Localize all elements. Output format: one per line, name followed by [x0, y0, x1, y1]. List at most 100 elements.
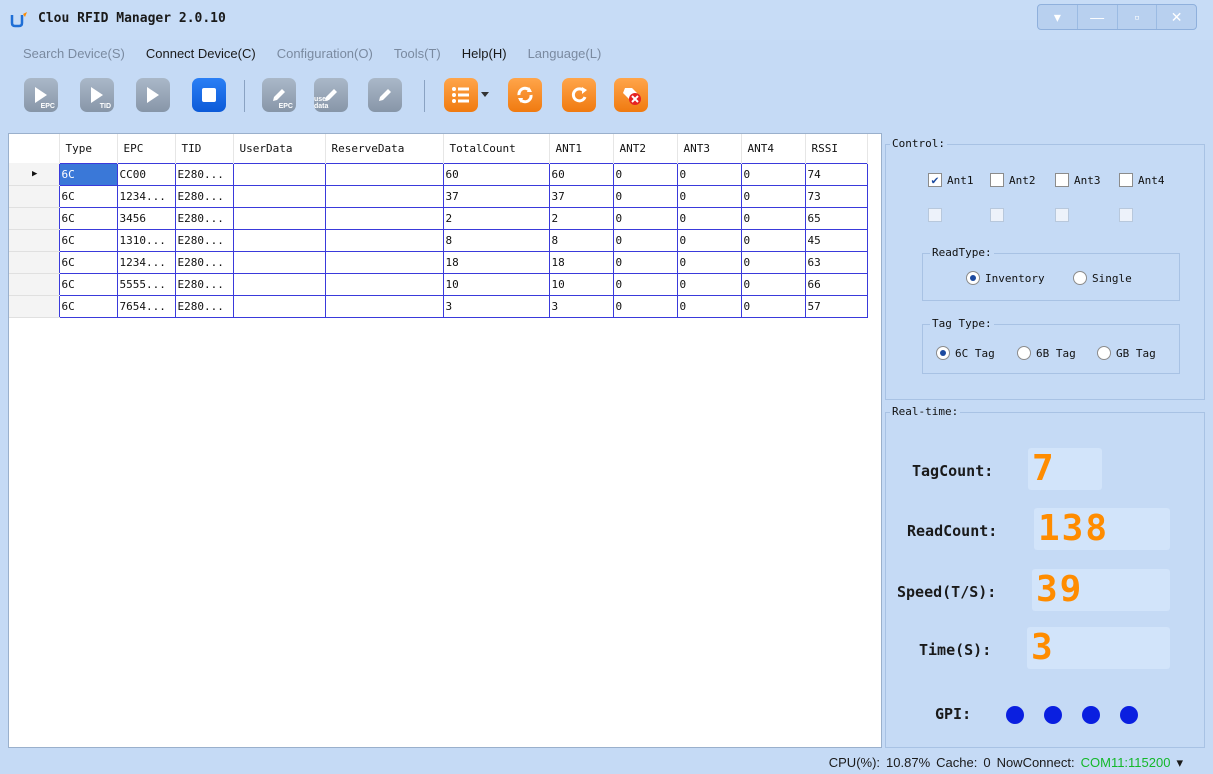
- table-cell[interactable]: 0: [740, 272, 806, 296]
- refresh-button[interactable]: [508, 78, 542, 112]
- table-cell[interactable]: 0: [740, 250, 806, 274]
- column-header[interactable]: TID: [175, 134, 234, 163]
- table-cell[interactable]: 0: [676, 162, 742, 186]
- menu-language[interactable]: Language(L): [525, 42, 605, 66]
- table-cell[interactable]: [324, 162, 444, 186]
- table-cell[interactable]: 0: [612, 228, 678, 252]
- connection-dropdown-icon[interactable]: ▾: [1176, 755, 1183, 771]
- table-cell[interactable]: 3: [548, 294, 614, 318]
- table-cell[interactable]: [324, 184, 444, 208]
- edit-button[interactable]: [368, 78, 402, 112]
- table-cell[interactable]: 0: [612, 162, 678, 186]
- table-cell[interactable]: [324, 206, 444, 230]
- reset-button[interactable]: [562, 78, 596, 112]
- table-cell[interactable]: 0: [676, 294, 742, 318]
- table-cell[interactable]: 6C: [58, 206, 118, 230]
- single-radio[interactable]: Single: [1073, 271, 1132, 285]
- inventory-radio[interactable]: Inventory: [966, 271, 1045, 285]
- table-cell[interactable]: 6C: [58, 228, 118, 252]
- table-row[interactable]: 6C 7654... E280... 3 3 0 0 0 57: [9, 294, 868, 318]
- table-row[interactable]: 6C 1234... E280... 37 37 0 0 0 73: [9, 184, 868, 208]
- table-cell[interactable]: 0: [612, 250, 678, 274]
- table-cell[interactable]: 0: [740, 294, 806, 318]
- ant2-checkbox[interactable]: Ant2: [990, 173, 1036, 187]
- table-cell[interactable]: 0: [676, 250, 742, 274]
- table-cell[interactable]: 60: [442, 162, 550, 186]
- column-header[interactable]: UserData: [233, 134, 326, 163]
- table-row[interactable]: 6C 5555... E280... 10 10 0 0 0 66: [9, 272, 868, 296]
- clear-data-button[interactable]: [614, 78, 648, 112]
- table-cell[interactable]: 65: [804, 206, 868, 230]
- table-cell[interactable]: 0: [676, 184, 742, 208]
- read-tid-button[interactable]: TID: [80, 78, 114, 112]
- table-cell[interactable]: E280...: [174, 272, 234, 296]
- menu-search-device[interactable]: Search Device(S): [20, 42, 128, 66]
- write-epc-button[interactable]: EPC: [262, 78, 296, 112]
- table-cell[interactable]: 1310...: [116, 228, 176, 252]
- menu-help[interactable]: Help(H): [459, 42, 510, 66]
- table-cell[interactable]: [232, 272, 326, 296]
- table-cell[interactable]: 6C: [58, 250, 118, 274]
- table-cell[interactable]: 0: [612, 272, 678, 296]
- table-cell[interactable]: 1234...: [116, 250, 176, 274]
- table-cell[interactable]: 60: [548, 162, 614, 186]
- table-cell[interactable]: 0: [740, 228, 806, 252]
- table-cell[interactable]: 8: [548, 228, 614, 252]
- table-cell[interactable]: [232, 162, 326, 186]
- table-cell[interactable]: 10: [442, 272, 550, 296]
- table-cell[interactable]: 66: [804, 272, 868, 296]
- table-cell[interactable]: 8: [442, 228, 550, 252]
- table-cell[interactable]: 0: [612, 206, 678, 230]
- ant4-checkbox[interactable]: Ant4: [1119, 173, 1165, 187]
- row-header[interactable]: [9, 295, 59, 318]
- column-header[interactable]: ANT1: [549, 134, 614, 163]
- table-cell[interactable]: 0: [740, 162, 806, 186]
- table-row[interactable]: 6C 1310... E280... 8 8 0 0 0 45: [9, 228, 868, 252]
- row-header[interactable]: [9, 185, 59, 208]
- table-cell[interactable]: [232, 184, 326, 208]
- table-cell[interactable]: 2: [548, 206, 614, 230]
- table-cell[interactable]: E280...: [174, 206, 234, 230]
- column-header[interactable]: ANT2: [613, 134, 678, 163]
- table-row[interactable]: 6C 1234... E280... 18 18 0 0 0 63: [9, 250, 868, 274]
- minimize-button[interactable]: —: [1078, 5, 1118, 29]
- table-cell[interactable]: [232, 294, 326, 318]
- start-read-button[interactable]: [136, 78, 170, 112]
- row-header[interactable]: ▶: [9, 163, 59, 186]
- maximize-button[interactable]: ▫: [1118, 5, 1158, 29]
- table-cell[interactable]: 37: [442, 184, 550, 208]
- column-header[interactable]: RSSI: [805, 134, 868, 163]
- table-cell[interactable]: [324, 272, 444, 296]
- column-header[interactable]: ANT3: [677, 134, 742, 163]
- table-cell[interactable]: 3: [442, 294, 550, 318]
- ant3-checkbox[interactable]: Ant3: [1055, 173, 1101, 187]
- table-cell[interactable]: 18: [442, 250, 550, 274]
- menu-configuration[interactable]: Configuration(O): [274, 42, 376, 66]
- table-cell[interactable]: [232, 206, 326, 230]
- tag-data-grid[interactable]: Type EPC TID UserData ReserveData TotalC…: [8, 133, 882, 748]
- gb-tag-radio[interactable]: GB Tag: [1097, 346, 1156, 360]
- row-header[interactable]: [9, 229, 59, 252]
- column-header[interactable]: EPC: [117, 134, 176, 163]
- column-header[interactable]: TotalCount: [443, 134, 550, 163]
- table-cell[interactable]: E280...: [174, 228, 234, 252]
- read-epc-button[interactable]: EPC: [24, 78, 58, 112]
- dropdown-arrow-icon[interactable]: [481, 92, 489, 98]
- table-cell[interactable]: 45: [804, 228, 868, 252]
- table-cell[interactable]: 2: [442, 206, 550, 230]
- table-cell[interactable]: [324, 294, 444, 318]
- 6b-tag-radio[interactable]: 6B Tag: [1017, 346, 1076, 360]
- window-options-button[interactable]: ▾: [1038, 5, 1078, 29]
- table-cell[interactable]: 0: [676, 206, 742, 230]
- table-cell[interactable]: CC00: [116, 162, 176, 186]
- stop-button[interactable]: [192, 78, 226, 112]
- table-cell[interactable]: 6C: [58, 162, 118, 186]
- column-header[interactable]: ReserveData: [325, 134, 444, 163]
- table-row[interactable]: ▶ 6C CC00 E280... 60 60 0 0 0 74: [9, 162, 868, 186]
- table-cell[interactable]: 5555...: [116, 272, 176, 296]
- table-cell[interactable]: 6C: [58, 294, 118, 318]
- column-header[interactable]: Type: [59, 134, 118, 163]
- table-cell[interactable]: 1234...: [116, 184, 176, 208]
- menu-connect-device[interactable]: Connect Device(C): [143, 42, 259, 66]
- table-cell[interactable]: 3456: [116, 206, 176, 230]
